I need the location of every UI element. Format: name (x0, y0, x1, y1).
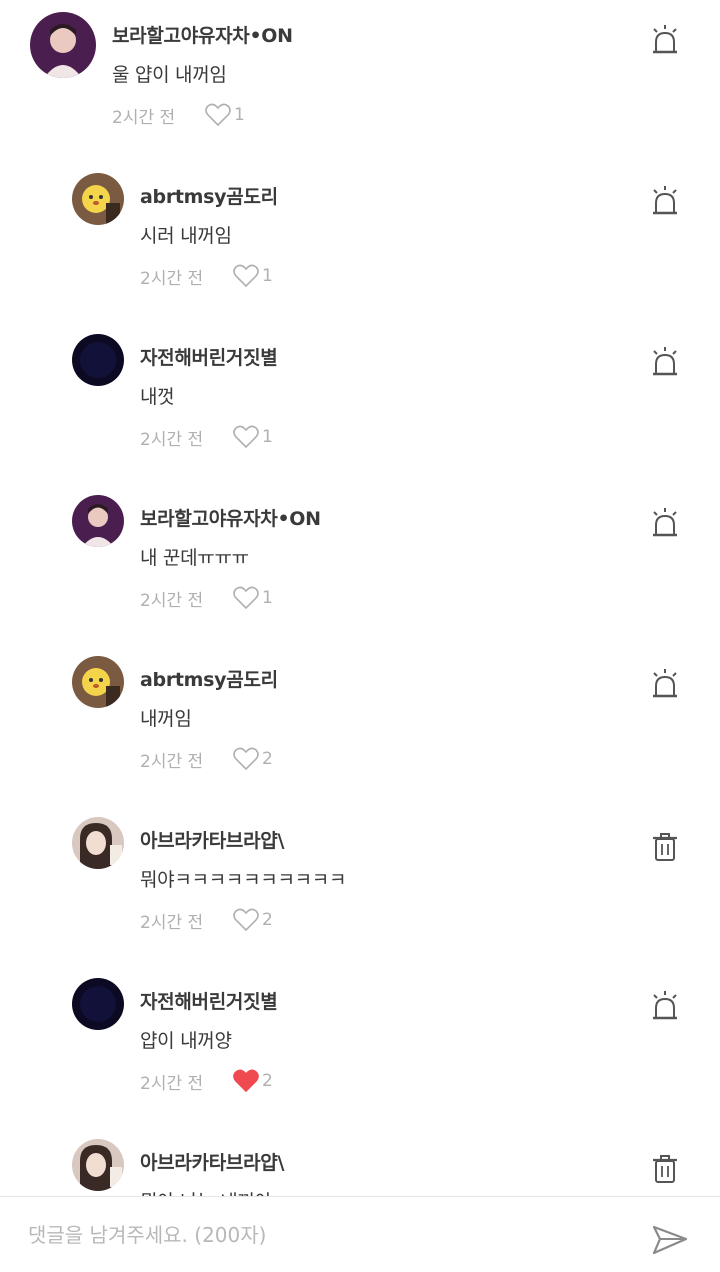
like-count: 2 (262, 749, 273, 769)
avatar[interactable] (30, 12, 96, 78)
like-count: 1 (234, 105, 245, 125)
comment-meta: 2시간 전 2 (140, 744, 273, 774)
comment-author[interactable]: 보라할고야유자차•ON (140, 504, 321, 531)
comment-meta: 2시간 전 1 (140, 583, 273, 613)
comment-author[interactable]: 아브라카타브라얍\ (140, 826, 284, 853)
like-count: 2 (262, 1071, 273, 1091)
comment-text: 내꺼임 (140, 708, 192, 730)
like-count: 1 (262, 427, 273, 447)
heart-outline-icon (233, 908, 259, 932)
heart-outline-icon (233, 586, 259, 610)
avatar[interactable] (72, 817, 124, 869)
heart-outline-icon (233, 264, 259, 288)
comment-time: 2시간 전 (140, 1073, 204, 1094)
like-count: 2 (262, 910, 273, 930)
report-siren-icon[interactable] (648, 185, 682, 219)
comment-time: 2시간 전 (140, 912, 204, 933)
avatar[interactable] (72, 1139, 124, 1191)
comment-item: 자전해버린거짓별 얍이 내꺼양 2시간 전 2 (0, 978, 720, 1128)
like-button[interactable]: 1 (232, 585, 273, 611)
comment-text: 내 꾼데ㅠㅠㅠ (140, 547, 249, 569)
like-button[interactable]: 2 (232, 746, 273, 772)
comment-author[interactable]: 아브라카타브라얍\ (140, 1148, 284, 1175)
comment-meta: 2시간 전 1 (112, 100, 245, 130)
comment-meta: 2시간 전 1 (140, 422, 273, 452)
comment-input[interactable] (28, 1217, 628, 1253)
like-button[interactable]: 2 (232, 1068, 273, 1094)
comment-item: abrtmsy곰도리 내꺼임 2시간 전 2 (0, 656, 720, 806)
avatar[interactable] (72, 978, 124, 1030)
comment-text: 내껏 (140, 386, 175, 408)
heart-outline-icon (233, 425, 259, 449)
comment-meta: 2시간 전 2 (140, 1066, 273, 1096)
comment-time: 2시간 전 (140, 429, 204, 450)
heart-filled-icon (233, 1069, 259, 1093)
comment-time: 2시간 전 (140, 590, 204, 611)
comment-item: abrtmsy곰도리 시러 내꺼임 2시간 전 1 (0, 173, 720, 323)
comment-author[interactable]: 자전해버린거짓별 (140, 343, 278, 370)
like-button[interactable]: 2 (232, 907, 273, 933)
report-siren-icon[interactable] (648, 507, 682, 541)
report-siren-icon[interactable] (648, 24, 682, 58)
comment-item: 아브라카타브라얍\ 뭐야 나는 내꺼야 ㅋㅋㅋ (0, 1139, 720, 1196)
avatar[interactable] (72, 495, 124, 547)
report-siren-icon[interactable] (648, 668, 682, 702)
comment-time: 2시간 전 (112, 107, 176, 128)
comment-item: 보라할고야유자차•ON 울 얍이 내꺼임 2시간 전 1 (0, 12, 720, 162)
heart-outline-icon (233, 747, 259, 771)
heart-outline-icon (205, 103, 231, 127)
like-button[interactable]: 1 (232, 424, 273, 450)
comment-text: 얍이 내꺼양 (140, 1030, 232, 1052)
comment-meta: 2시간 전 1 (140, 261, 273, 291)
comment-author[interactable]: 자전해버린거짓별 (140, 987, 278, 1014)
comment-list: 보라할고야유자차•ON 울 얍이 내꺼임 2시간 전 1 abrtmsy곰도리 … (0, 0, 720, 1196)
like-button[interactable]: 1 (232, 263, 273, 289)
comment-meta: 2시간 전 2 (140, 905, 273, 935)
trash-icon[interactable] (648, 829, 682, 863)
comment-author[interactable]: 보라할고야유자차•ON (112, 21, 293, 48)
trash-icon[interactable] (648, 1151, 682, 1185)
comment-author[interactable]: abrtmsy곰도리 (140, 665, 278, 692)
comment-text: 울 얍이 내꺼임 (112, 64, 227, 86)
comment-time: 2시간 전 (140, 268, 204, 289)
comment-author[interactable]: abrtmsy곰도리 (140, 182, 278, 209)
comment-text: 뭐야 나는 내꺼야 ㅋㅋㅋ (140, 1187, 329, 1196)
like-button[interactable]: 1 (204, 102, 245, 128)
avatar[interactable] (72, 173, 124, 225)
avatar[interactable] (72, 656, 124, 708)
comment-item: 아브라카타브라얍\ 뭐야ㅋㅋㅋㅋㅋㅋㅋㅋㅋㅋ 2시간 전 2 (0, 817, 720, 967)
comment-item: 보라할고야유자차•ON 내 꾼데ㅠㅠㅠ 2시간 전 1 (0, 495, 720, 645)
avatar[interactable] (72, 334, 124, 386)
comment-item: 자전해버린거짓별 내껏 2시간 전 1 (0, 334, 720, 484)
like-count: 1 (262, 588, 273, 608)
send-icon (652, 1225, 688, 1255)
comment-text: 시러 내꺼임 (140, 225, 232, 247)
like-count: 1 (262, 266, 273, 286)
comment-text: 뭐야ㅋㅋㅋㅋㅋㅋㅋㅋㅋㅋ (140, 869, 347, 891)
send-button[interactable] (650, 1219, 690, 1259)
report-siren-icon[interactable] (648, 990, 682, 1024)
report-siren-icon[interactable] (648, 346, 682, 380)
comment-input-bar (0, 1196, 720, 1272)
comment-time: 2시간 전 (140, 751, 204, 772)
